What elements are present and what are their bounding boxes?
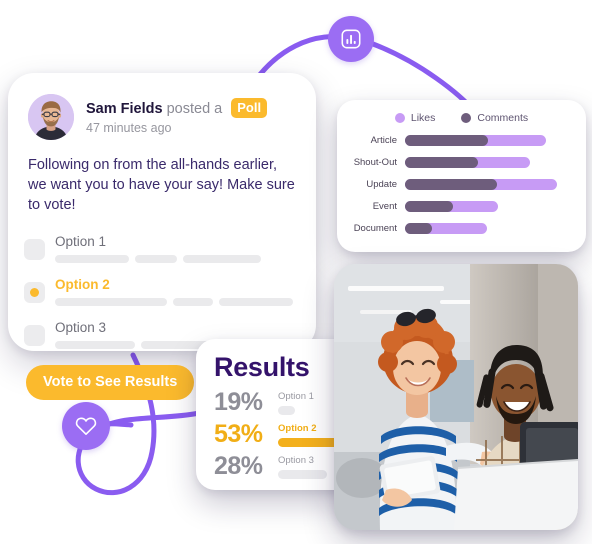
result-percent-1: 19% [214,388,263,416]
illustration-stage: Sam Fields posted a Poll 47 minutes ago … [0,0,592,544]
chart-bar-comments [405,222,432,234]
vote-to-see-results-button[interactable]: Vote to See Results [26,365,195,400]
legend-label-likes: Likes [410,112,436,124]
poll-timestamp: 47 minutes ago [86,121,172,135]
chart-category-label: Shout-Out [353,156,397,168]
chart-category-label: Document [353,222,397,234]
chart-bar-track [405,178,574,190]
radio-option-1[interactable] [24,239,45,260]
poll-option-1-skeleton [55,255,300,263]
poll-option-2[interactable]: Option 2 [24,272,300,306]
chart-bar-track [405,134,574,146]
chart-bar-comments [405,178,497,190]
poll-byline: Sam Fields posted a Poll [86,98,268,118]
result-bar-1 [278,406,295,415]
legend-item-likes: Likes [394,112,436,124]
chart-badge [328,16,374,62]
office-team-photo [334,264,578,530]
team-photo-card [334,264,578,530]
poll-action: posted a [166,101,223,117]
chart-bar-row: Document [337,219,574,237]
poll-option-2-label: Option 2 [55,277,110,292]
poll-card: Sam Fields posted a Poll 47 minutes ago … [8,73,316,400]
result-percent-2: 53% [214,420,263,448]
poll-option-1[interactable]: Option 1 [24,229,300,263]
chart-legend: Likes Comments [337,100,586,124]
poll-option-3-label: Option 3 [55,320,107,335]
chart-bar-track [405,156,574,168]
engagement-chart-card: Likes Comments Article Shout-Out Update Eve… [337,100,586,252]
poll-type-badge: Poll [231,98,268,118]
poll-option-1-label: Option 1 [55,234,107,249]
chart-category-label: Article [370,134,397,146]
heart-badge [62,402,110,450]
result-bar-3 [278,470,327,479]
legend-item-comments: Comments [461,112,528,124]
bar-chart-icon [341,29,361,49]
chart-category-label: Event [372,200,397,212]
chart-bar-row: Article [337,131,574,149]
chart-bar-track [405,200,574,212]
chart-bar-row: Update [337,175,574,193]
heart-icon [75,417,97,435]
chart-category-label: Update [366,178,397,190]
poll-author: Sam Fields [86,101,163,117]
poll-header: Sam Fields posted a Poll 47 minutes ago [8,73,316,140]
legend-dot-likes [394,113,405,123]
chart-bar-comments [405,156,479,168]
chart-bar-row: Event [337,197,574,215]
avatar-photo [28,94,74,140]
chart-bar-comments [405,200,453,212]
poll-options: Option 1 Option 2 Option 3 [24,229,300,349]
chart-bar-row: Shout-Out [337,153,574,171]
chart-bar-comments [405,134,489,146]
poll-meta: Sam Fields posted a Poll 47 minutes ago [86,94,268,135]
radio-option-2[interactable] [24,282,45,303]
legend-label-comments: Comments [477,112,529,124]
result-percent-3: 28% [214,452,263,480]
poll-question: Following on from the all-hands earlier,… [28,157,295,213]
legend-dot-comments [461,113,472,123]
chart-bar-track [405,222,574,234]
poll-option-2-skeleton [55,298,300,306]
avatar [28,94,74,140]
radio-option-3[interactable] [24,325,45,346]
chart-bars: Article Shout-Out Update Event Document [337,131,586,237]
